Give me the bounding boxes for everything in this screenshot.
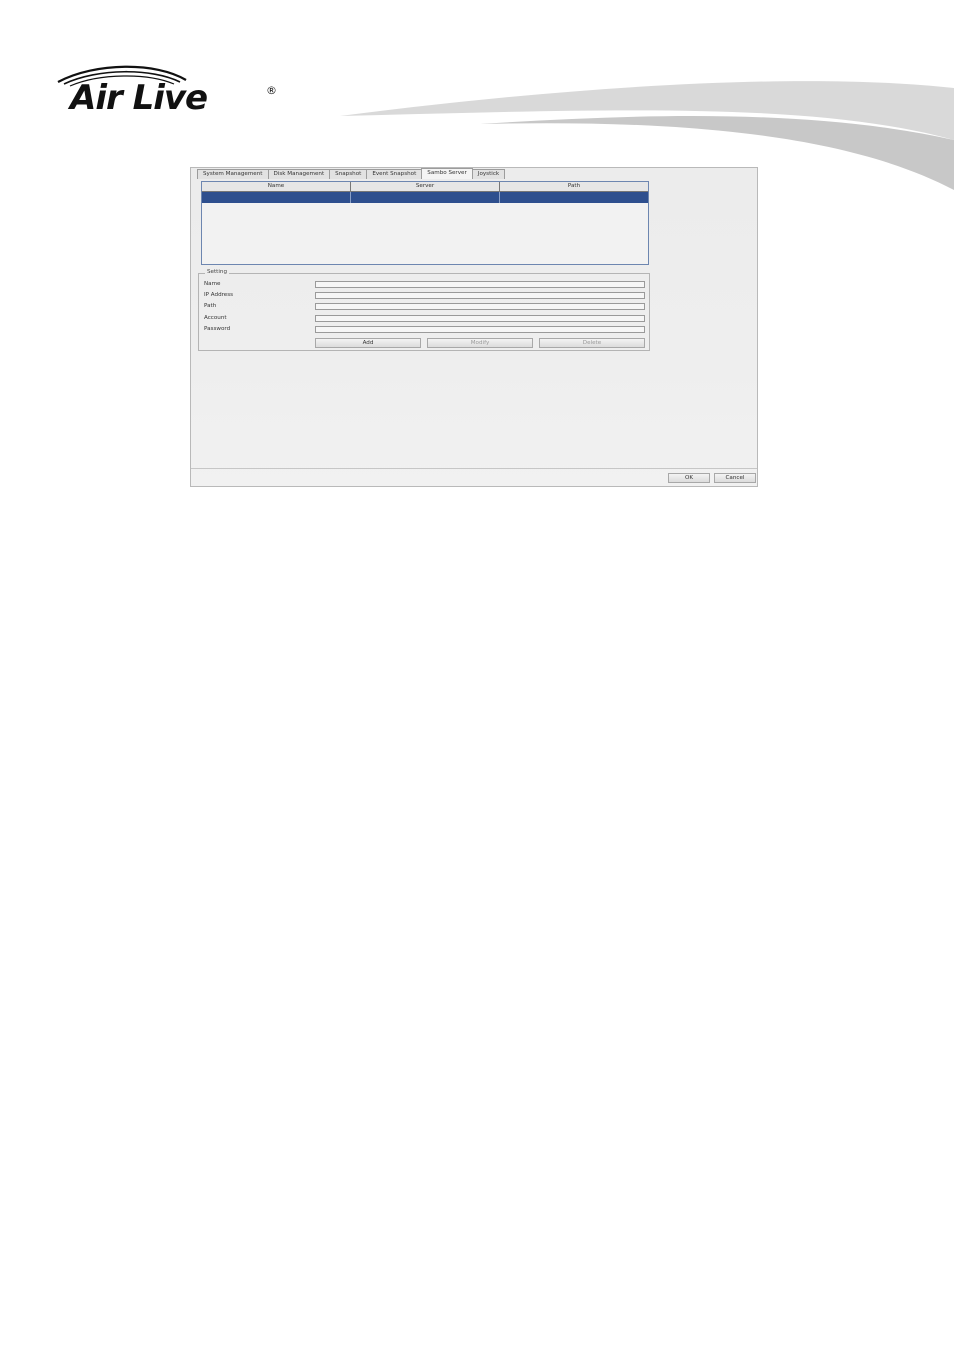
- tab-disk-management[interactable]: Disk Management: [267, 169, 331, 179]
- tab-joystick[interactable]: Joystick: [471, 169, 506, 179]
- password-label: Password: [204, 326, 231, 332]
- column-header-server[interactable]: Server: [351, 182, 500, 191]
- table-header: Name Server Path: [202, 182, 648, 192]
- column-header-path[interactable]: Path: [500, 182, 648, 191]
- registered-mark: ®: [266, 84, 277, 97]
- cell-server: [351, 192, 500, 203]
- cell-path: [500, 192, 648, 203]
- server-table: Name Server Path: [201, 181, 649, 265]
- add-button[interactable]: Add: [315, 338, 421, 348]
- name-field[interactable]: [315, 281, 645, 288]
- footer-divider: [191, 468, 757, 469]
- account-field[interactable]: [315, 315, 645, 322]
- settings-dialog: System Management Disk Management Snapsh…: [190, 167, 758, 487]
- modify-button[interactable]: Modify: [427, 338, 533, 348]
- ip-address-field[interactable]: [315, 292, 645, 299]
- account-label: Account: [204, 315, 227, 321]
- column-header-name[interactable]: Name: [202, 182, 351, 191]
- brand-logo: Air Live: [70, 78, 208, 118]
- cancel-button[interactable]: Cancel: [714, 473, 756, 483]
- ip-address-label: IP Address: [204, 292, 234, 298]
- tab-sambo-server[interactable]: Sambo Server: [421, 168, 473, 179]
- path-field[interactable]: [315, 303, 645, 310]
- tab-snapshot[interactable]: Snapshot: [329, 169, 368, 179]
- ok-button[interactable]: OK: [668, 473, 710, 483]
- setting-group: Setting Name IP Address Path Account Pas…: [198, 269, 650, 351]
- setting-group-title: Setting: [205, 269, 230, 275]
- name-label: Name: [204, 281, 221, 287]
- path-label: Path: [204, 303, 217, 309]
- cell-name: [202, 192, 351, 203]
- tab-system-management[interactable]: System Management: [197, 169, 269, 179]
- tab-bar: System Management Disk Management Snapsh…: [197, 168, 506, 179]
- tab-event-snapshot[interactable]: Event Snapshot: [366, 169, 423, 179]
- delete-button[interactable]: Delete: [539, 338, 645, 348]
- table-row-selected[interactable]: [202, 192, 648, 203]
- password-field[interactable]: [315, 326, 645, 333]
